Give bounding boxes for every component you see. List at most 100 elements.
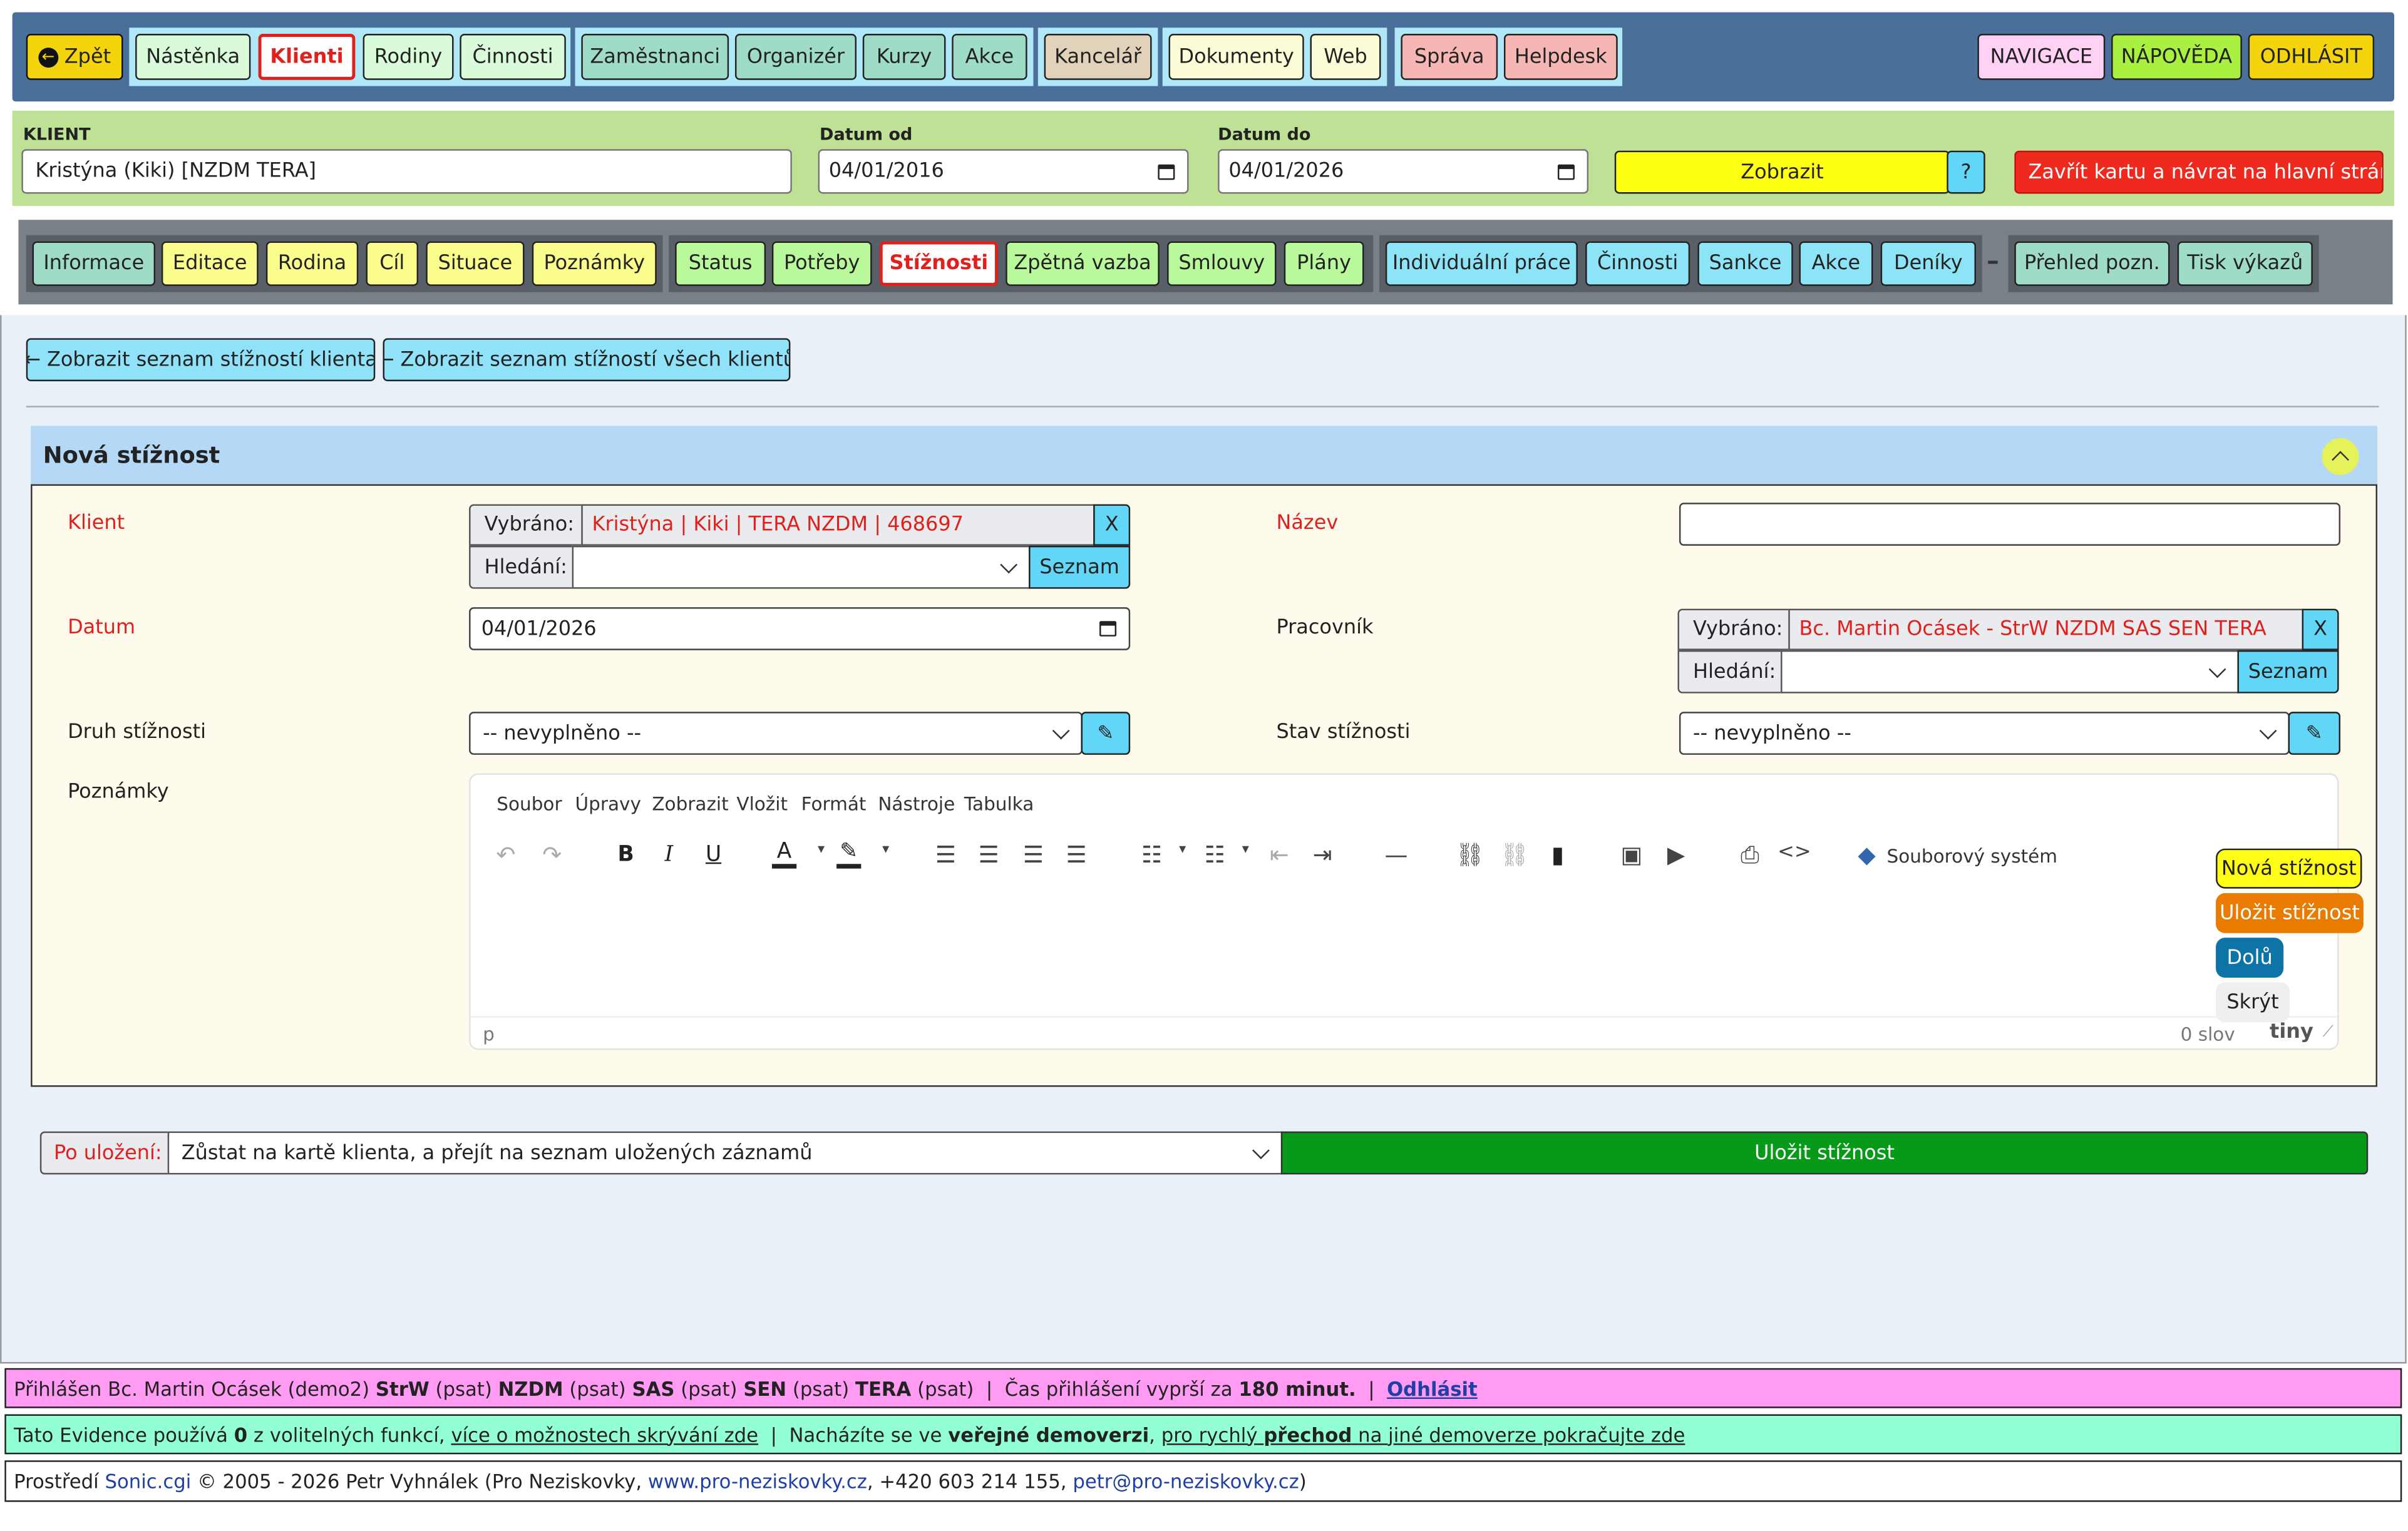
tab-smlouvy[interactable]: Smlouvy [1167,241,1277,286]
tab-akce[interactable]: Akce [1799,241,1873,286]
horizontal-line-icon[interactable]: — [1381,841,1411,868]
align-center-icon[interactable]: ☰ [974,841,1004,868]
outdent-icon[interactable]: ⇤ [1264,841,1295,868]
tab-status[interactable]: Status [675,241,766,286]
nav-rodiny[interactable]: Rodiny [363,34,454,80]
all-complaints-list-button[interactable]: ← Zobrazit seznam stížností všech klient… [383,338,791,382]
numbered-list-icon[interactable]: ☷ [1200,841,1230,868]
tab-stiznosti[interactable]: Stížnosti [879,241,998,286]
editor-menu-zobrazit[interactable]: Zobrazit [652,793,728,814]
collapse-icon[interactable] [2322,438,2359,475]
editor-menu-vlozit[interactable]: Vložit [736,793,788,814]
nav-nastenka[interactable]: Nástěnka [135,34,251,80]
hide-features-link[interactable]: více o možnostech skrývání zde [451,1423,758,1446]
sonic-link[interactable]: Sonic.cgi [105,1470,192,1493]
undo-icon[interactable]: ↶ [490,841,521,868]
after-save-select[interactable]: Zůstat na kartě klienta, a přejít na sez… [167,1131,1283,1175]
clear-client-button[interactable]: X [1093,504,1131,546]
align-justify-icon[interactable]: ☰ [1061,841,1092,868]
chevron-down-icon[interactable]: ▾ [1167,842,1198,858]
tab-potreby[interactable]: Potřeby [771,241,872,286]
nav-organizer[interactable]: Organizér [734,34,857,80]
client-complaints-list-button[interactable]: ← Zobrazit seznam stížností klienta [26,338,376,382]
tab-cinnosti[interactable]: Činnosti [1585,241,1690,286]
nav-kurzy[interactable]: Kurzy [862,34,946,80]
editor-menu-format[interactable]: Formát [801,793,867,814]
underline-icon[interactable]: U [698,842,729,867]
link-icon[interactable]: ⛓ [1454,841,1485,868]
close-card-button[interactable]: Zavřít kartu a návrat na hlavní stránku [2014,150,2384,194]
nav-dokumenty[interactable]: Dokumenty [1168,34,1304,80]
back-button[interactable]: ← Zpět [26,34,123,80]
editor-menu-soubor[interactable]: Soubor [497,793,562,814]
nav-sprava[interactable]: Správa [1401,34,1498,80]
nav-klienti[interactable]: Klienti [258,34,356,80]
save-complaint-button[interactable]: Uložit stížnost [1280,1131,2369,1175]
float-new-complaint-button[interactable]: Nová stížnost [2216,848,2362,889]
redo-icon[interactable]: ↷ [537,841,567,868]
image-icon[interactable]: ▣ [1616,841,1647,868]
footer-logout-link[interactable]: Odhlásit [1387,1376,1478,1400]
nav-web[interactable]: Web [1310,34,1381,80]
tab-sankce[interactable]: Sankce [1697,241,1793,286]
media-icon[interactable]: ▶ [1660,841,1691,868]
web-link[interactable]: www.pro-neziskovky.cz [648,1470,867,1493]
calendar-icon[interactable] [1099,621,1117,637]
name-input[interactable] [1679,503,2341,546]
type-select[interactable]: -- nevyplněno -- [469,712,1083,755]
float-save-complaint-button[interactable]: Uložit stížnost [2216,893,2364,933]
navigation-button[interactable]: NAVIGACE [1977,34,2106,80]
nav-akce[interactable]: Akce [952,34,1027,80]
tab-deniky[interactable]: Deníky [1880,241,1976,286]
bold-icon[interactable]: B [610,842,641,867]
chevron-down-icon[interactable]: ▾ [870,842,901,858]
editor-menu-upravy[interactable]: Úpravy [575,793,641,814]
help-button[interactable]: NÁPOVĚDA [2111,34,2242,80]
float-down-button[interactable]: Dolů [2216,938,2284,978]
logout-button[interactable]: ODHLÁSIT [2248,34,2375,80]
client-field[interactable]: Kristýna (Kiki) [NZDM TERA] [21,149,792,194]
tab-situace[interactable]: Situace [426,241,525,286]
nav-kancelar[interactable]: Kancelář [1044,34,1152,80]
email-link[interactable]: petr@pro-neziskovky.cz [1073,1470,1299,1493]
state-edit-button[interactable]: ✎ [2288,712,2341,755]
nav-cinnosti[interactable]: Činnosti [460,34,566,80]
source-code-icon[interactable]: <> [1778,841,1811,864]
italic-icon[interactable]: I [654,842,684,867]
tab-individualni-prace[interactable]: Individuální práce [1385,241,1578,286]
nav-zamestnanci[interactable]: Zaměstnanci [581,34,729,80]
tab-cil[interactable]: Cíl [366,241,419,286]
state-select[interactable]: -- nevyplněno -- [1679,712,2290,755]
calendar-icon[interactable] [1557,163,1575,180]
tab-zpetna-vazba[interactable]: Zpětná vazba [1006,241,1160,286]
calendar-icon[interactable] [1158,163,1175,180]
tab-tisk-vykazu[interactable]: Tisk výkazů [2177,241,2313,286]
chevron-down-icon[interactable]: ▾ [1230,842,1261,858]
client-list-button[interactable]: Seznam [1029,545,1131,589]
float-hide-button[interactable]: Skrýt [2216,982,2290,1023]
date-to-input[interactable]: 04/01/2026 [1218,149,1589,194]
tab-poznamky[interactable]: Poznámky [532,241,657,286]
tab-prehled-pozn[interactable]: Přehled pozn. [2014,241,2170,286]
highlight-icon[interactable]: ✎ [836,840,862,869]
print-icon[interactable]: ⎙ [1734,841,1765,868]
worker-list-button[interactable]: Seznam [2237,650,2339,694]
align-left-icon[interactable]: ☰ [930,841,961,868]
filesystem-icon[interactable]: ◆ [1851,841,1882,868]
client-search-select[interactable] [572,545,1031,589]
tab-informace[interactable]: Informace [32,241,156,286]
show-button[interactable]: Zobrazit [1614,150,1950,194]
date-input[interactable]: 04/01/2026 [469,607,1131,650]
tab-plany[interactable]: Plány [1284,241,1364,286]
chevron-down-icon[interactable]: ▾ [806,842,836,858]
filesystem-button[interactable]: Souborový systém [1887,846,2057,867]
clear-worker-button[interactable]: X [2302,608,2339,650]
nav-helpdesk[interactable]: Helpdesk [1503,34,1618,80]
align-right-icon[interactable]: ☰ [1018,841,1049,868]
unlink-icon[interactable]: ⛓ [1500,841,1530,868]
bullet-list-icon[interactable]: ☷ [1136,841,1167,868]
type-edit-button[interactable]: ✎ [1081,712,1131,755]
bookmark-icon[interactable]: ▮ [1542,841,1573,868]
worker-search-select[interactable] [1781,650,2239,694]
filter-help-button[interactable]: ? [1947,150,1985,194]
